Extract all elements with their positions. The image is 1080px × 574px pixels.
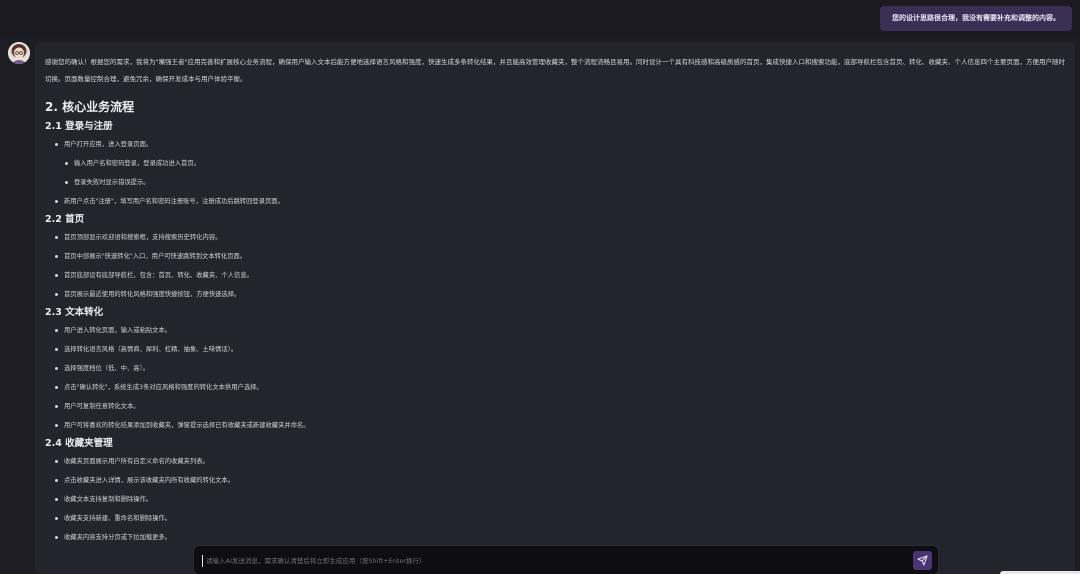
list-item: 新用户点击"注册"，填写用户名和密码注册账号，注册成功后跳转回登录页面。 [55, 192, 1065, 211]
list-item: 用户进入转化页面，输入或粘贴文本。 [55, 321, 1065, 340]
assistant-message-panel: 感谢您的确认！根据您的需求，我将为"嘴强王者"应用完善和扩展核心业务流程，确保用… [35, 42, 1075, 574]
list-item: 登录失败时显示错误提示。 [65, 173, 1065, 192]
section-title: 2. 核心业务流程 [45, 100, 135, 114]
avatar-icon [8, 42, 30, 64]
list-item: 用户打开应用，进入登录页面。 [55, 135, 1065, 154]
list-item: 首页顶部显示欢迎语和搜索框，支持搜索历史转化内容。 [55, 228, 1065, 247]
login-sublist: 输入用户名和密码登录，登录成功进入首页。 登录失败时显示错误提示。 [45, 154, 1065, 192]
list-item: 输入用户名和密码登录，登录成功进入首页。 [65, 154, 1065, 173]
subsection-title-convert: 2.3 文本转化 [45, 307, 104, 318]
subsection-title-login: 2.1 登录与注册 [45, 121, 113, 132]
home-list: 首页顶部显示欢迎语和搜索框，支持搜索历史转化内容。 首页中部展示"快速转化"入口… [45, 228, 1065, 304]
subsection-title-favorites: 2.4 收藏夹管理 [45, 438, 113, 449]
assistant-intro: 感谢您的确认！根据您的需求，我将为"嘴强王者"应用完善和扩展核心业务流程，确保用… [45, 58, 1065, 83]
user-message-bubble: 您的设计思路很合理，我没有需要补充和调整的内容。 [880, 6, 1072, 31]
chat-input-placeholder: 请输入AI发送消息，需求确认清楚后将立即生成应用（按Shift+Enter换行） [206, 557, 426, 565]
list-item: 首页中部展示"快速转化"入口，用户可快速跳转到文本转化页面。 [55, 247, 1065, 266]
list-item: 选择转化语言风格（高情商、犀利、杠精、抽象、土味情话）。 [55, 340, 1065, 359]
list-item: 点击"确认转化"，系统生成3条对应风格和强度的转化文本供用户选择。 [55, 378, 1065, 397]
list-item: 首页底部设有底部导航栏，包含：首页、转化、收藏夹、个人信息。 [55, 266, 1065, 285]
convert-list: 用户进入转化页面，输入或粘贴文本。 选择转化语言风格（高情商、犀利、杠精、抽象、… [45, 321, 1065, 435]
send-icon [917, 555, 928, 566]
send-button[interactable] [913, 551, 932, 570]
list-item: 收藏夹页面展示用户所有自定义命名的收藏夹列表。 [55, 452, 1065, 471]
list-item: 用户可复制任意转化文本。 [55, 397, 1065, 416]
chat-input[interactable]: 请输入AI发送消息，需求确认清楚后将立即生成应用（按Shift+Enter换行） [193, 545, 939, 574]
list-item: 点击收藏夹进入详情，展示该收藏夹内所有收藏的转化文本。 [55, 471, 1065, 490]
assistant-avatar [8, 42, 30, 64]
list-item: 首页展示最近使用的转化风格和强度快捷按钮，方便快速选择。 [55, 285, 1065, 304]
list-item: 选择强度档位（低、中、高）。 [55, 359, 1065, 378]
login-list: 用户打开应用，进入登录页面。 [45, 135, 1065, 154]
list-item: 收藏文本支持复制和删除操作。 [55, 490, 1065, 509]
text-caret [202, 555, 203, 567]
list-item: 收藏夹支持新建、重命名和删除操作。 [55, 509, 1065, 528]
login-list-2: 新用户点击"注册"，填写用户名和密码注册账号，注册成功后跳转回登录页面。 [45, 192, 1065, 211]
list-item: 用户可将喜欢的转化结果添加到收藏夹，弹窗提示选择已有收藏夹或新建收藏夹并命名。 [55, 416, 1065, 435]
subsection-title-home: 2.2 首页 [45, 214, 85, 225]
favorites-list: 收藏夹页面展示用户所有自定义命名的收藏夹列表。 点击收藏夹进入详情，展示该收藏夹… [45, 452, 1065, 547]
